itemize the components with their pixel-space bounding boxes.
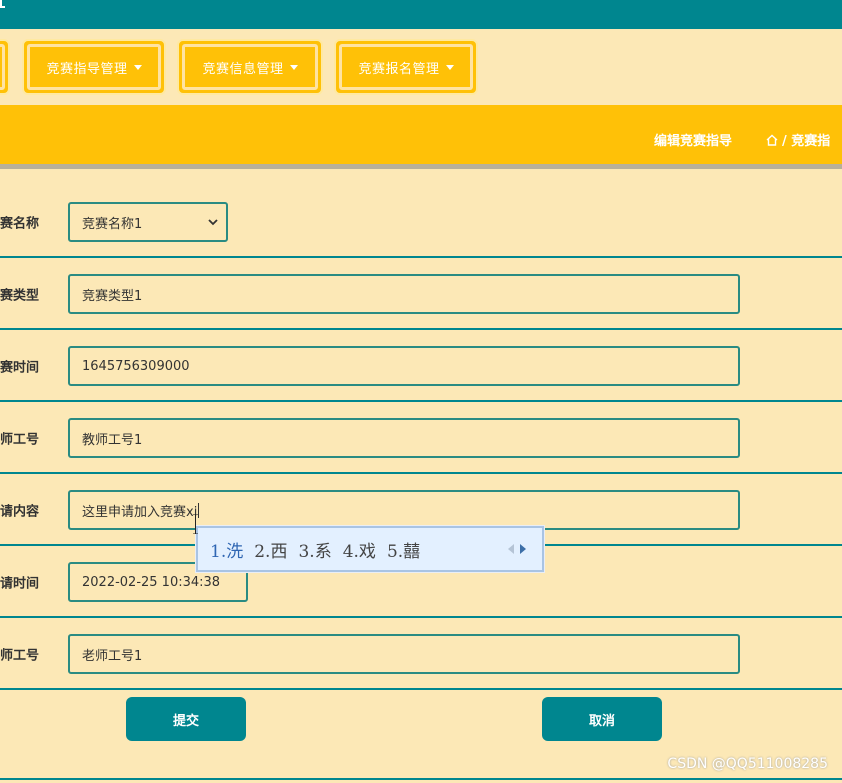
page-title: 编辑竞赛指导 xyxy=(653,134,732,149)
competition-name-select[interactable]: 竞赛名称1 xyxy=(68,202,228,242)
title-bar-shadow xyxy=(0,164,842,169)
application-content-input[interactable]: 这里申请加入竞赛xi xyxy=(68,490,740,530)
competition-time-input[interactable]: 1645756309000 xyxy=(68,346,740,386)
teacher-id-input[interactable]: 教师工号1 xyxy=(68,418,740,458)
ime-candidate[interactable]: 3.系 xyxy=(298,537,331,562)
chevron-down-icon xyxy=(208,219,218,226)
nav-menu-signup-label: 竞赛报名管理 xyxy=(358,61,440,77)
ime-candidate-popup: 1.洗 2.西 3.系 4.戏 5.囍 xyxy=(196,526,544,572)
form-bottom-border xyxy=(0,778,842,780)
text-cursor xyxy=(198,502,200,518)
competition-type-input[interactable]: 竞赛类型1 xyxy=(68,274,740,314)
watermark: CSDN @QQ511008285 xyxy=(667,756,828,772)
caret-down-icon xyxy=(445,64,454,70)
ime-pager-icon[interactable] xyxy=(506,543,528,555)
cancel-button[interactable]: 取消 xyxy=(542,697,662,741)
header-fragment xyxy=(0,0,5,8)
caret-down-icon xyxy=(289,64,298,70)
field-label: 赛类型 xyxy=(0,288,40,304)
main-nav: 竞赛指导管理 竞赛信息管理 竞赛报名管理 xyxy=(0,29,842,105)
nav-menu-signup[interactable]: 竞赛报名管理 xyxy=(334,39,478,95)
breadcrumb: / 竞赛指 xyxy=(766,130,830,149)
text-cursor-pointer-icon xyxy=(193,514,198,534)
select-value: 竞赛名称1 xyxy=(82,216,143,232)
form-row-competition-type: 赛类型 竞赛类型1 xyxy=(0,258,842,330)
field-label: 师工号 xyxy=(0,648,40,664)
form-row-teacher-id: 师工号 教师工号1 xyxy=(0,402,842,474)
field-label: 赛名称 xyxy=(0,216,40,232)
caret-down-icon xyxy=(133,64,142,70)
nav-menu-guidance[interactable]: 竞赛指导管理 xyxy=(22,39,166,95)
home-icon[interactable] xyxy=(766,134,778,146)
field-label: 请内容 xyxy=(0,504,40,520)
breadcrumb-path[interactable]: / 竞赛指 xyxy=(782,134,830,149)
form-row-teacher-id-2: 师工号 老师工号1 xyxy=(0,618,842,690)
form-row-competition-time: 赛时间 1645756309000 xyxy=(0,330,842,402)
ime-candidate[interactable]: 1.洗 xyxy=(210,537,243,562)
submit-button[interactable]: 提交 xyxy=(126,697,246,741)
nav-menu-guidance-label: 竞赛指导管理 xyxy=(46,61,128,77)
nav-menu-info[interactable]: 竞赛信息管理 xyxy=(177,39,323,95)
field-label: 师工号 xyxy=(0,432,40,448)
field-label: 赛时间 xyxy=(0,360,40,376)
field-label: 请时间 xyxy=(0,576,40,592)
nav-menu-partial[interactable] xyxy=(0,39,10,95)
ime-candidate[interactable]: 4.戏 xyxy=(343,537,376,562)
teacher-id-2-input[interactable]: 老师工号1 xyxy=(68,634,740,674)
form-row-competition-name: 赛名称 竞赛名称1 xyxy=(0,186,842,258)
ime-candidate[interactable]: 2.西 xyxy=(254,537,287,562)
nav-menu-info-label: 竞赛信息管理 xyxy=(202,61,284,77)
top-header-bar xyxy=(0,0,842,29)
ime-candidate[interactable]: 5.囍 xyxy=(387,537,420,562)
